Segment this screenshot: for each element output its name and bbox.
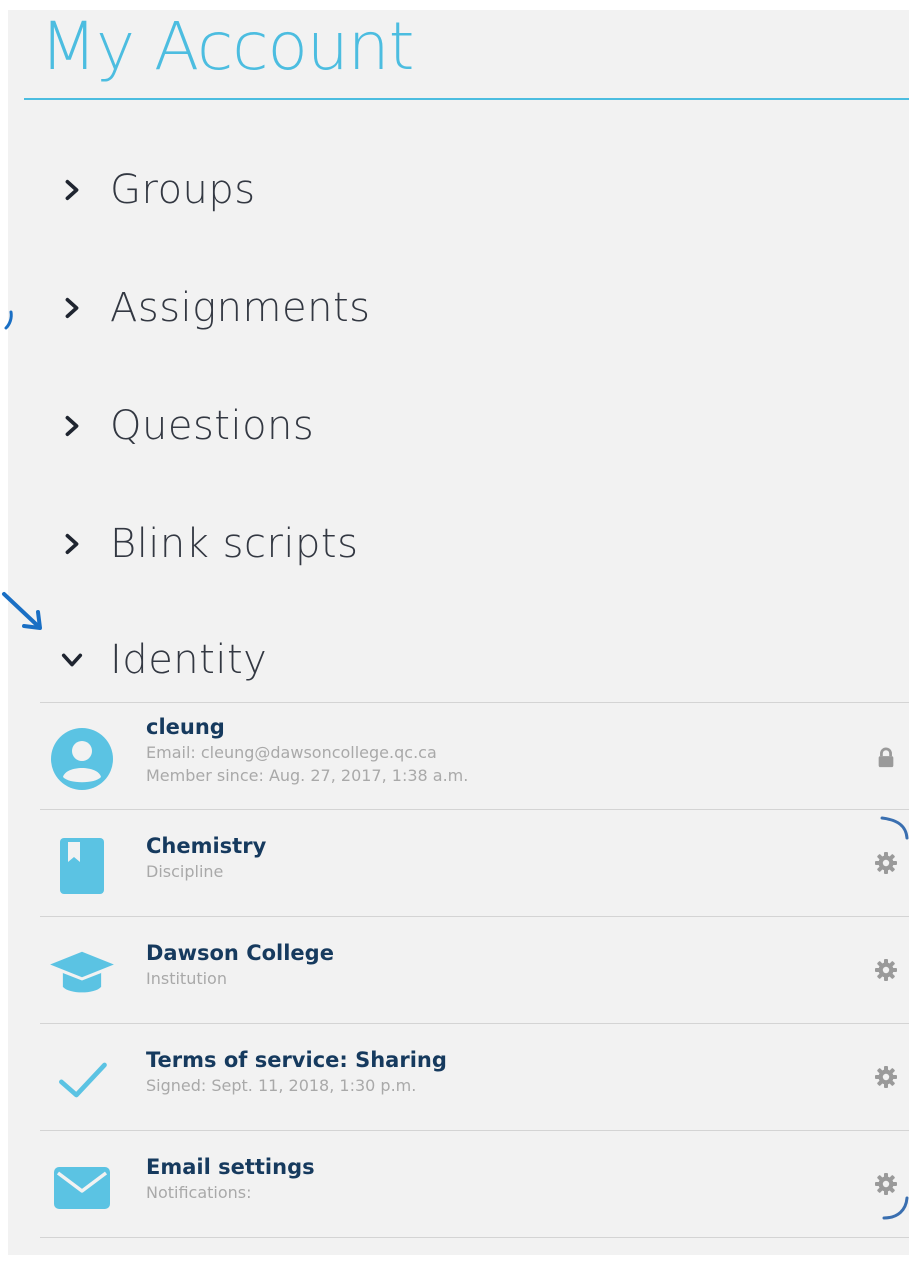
annotation-arrow-icon (2, 592, 42, 630)
nav-item-blink-scripts[interactable]: Blink scripts (60, 514, 358, 574)
lock-icon (871, 743, 901, 773)
chevron-right-icon (60, 414, 84, 438)
page-title: My Account (40, 8, 414, 85)
chevron-down-icon (60, 648, 84, 672)
identity-row-discipline: Chemistry Discipline (40, 809, 909, 916)
identity-terms-name: Terms of service: Sharing (146, 1048, 447, 1072)
identity-terms-signed: Signed: Sept. 11, 2018, 1:30 p.m. (146, 1076, 417, 1095)
identity-discipline-type: Discipline (146, 862, 224, 881)
chevron-right-icon (60, 532, 84, 556)
nav-label-questions: Questions (110, 403, 315, 449)
identity-discipline-name: Chemistry (146, 834, 267, 858)
identity-row-email-settings: Email settings Notifications: (40, 1130, 909, 1238)
identity-institution-type: Institution (146, 969, 227, 988)
annotation-bracket-mark (880, 816, 909, 1220)
graduation-cap-icon (46, 937, 118, 1009)
user-avatar-icon (46, 723, 118, 795)
nav-item-groups[interactable]: Groups (60, 160, 256, 220)
nav-label-groups: Groups (110, 167, 256, 213)
identity-email-notifications: Notifications: (146, 1183, 252, 1202)
identity-member-since: Member since: Aug. 27, 2017, 1:38 a.m. (146, 766, 469, 785)
chevron-right-icon (60, 178, 84, 202)
chevron-right-icon (60, 296, 84, 320)
identity-email: Email: cleung@dawsoncollege.qc.ca (146, 743, 437, 762)
title-underline (24, 98, 909, 100)
nav-item-questions[interactable]: Questions (60, 396, 314, 456)
nav-label-blink-scripts: Blink scripts (110, 521, 359, 567)
identity-institution-name: Dawson College (146, 941, 334, 965)
annotation-comma-mark (4, 310, 13, 330)
identity-row-institution: Dawson College Institution (40, 916, 909, 1023)
identity-row-terms: Terms of service: Sharing Signed: Sept. … (40, 1023, 909, 1130)
identity-username: cleung (146, 715, 225, 739)
page: My Account Groups Assignments Questions … (0, 0, 909, 1265)
nav-item-assignments[interactable]: Assignments (60, 278, 370, 338)
book-icon (46, 830, 118, 902)
nav-label-identity: Identity (110, 637, 268, 683)
nav-label-assignments: Assignments (110, 285, 371, 331)
identity-email-settings-name: Email settings (146, 1155, 315, 1179)
checkmark-icon (46, 1044, 118, 1116)
identity-list: cleung Email: cleung@dawsoncollege.qc.ca… (40, 702, 909, 1238)
identity-row-user: cleung Email: cleung@dawsoncollege.qc.ca… (40, 702, 909, 809)
nav-item-identity[interactable]: Identity (60, 630, 267, 690)
envelope-icon (46, 1151, 118, 1223)
